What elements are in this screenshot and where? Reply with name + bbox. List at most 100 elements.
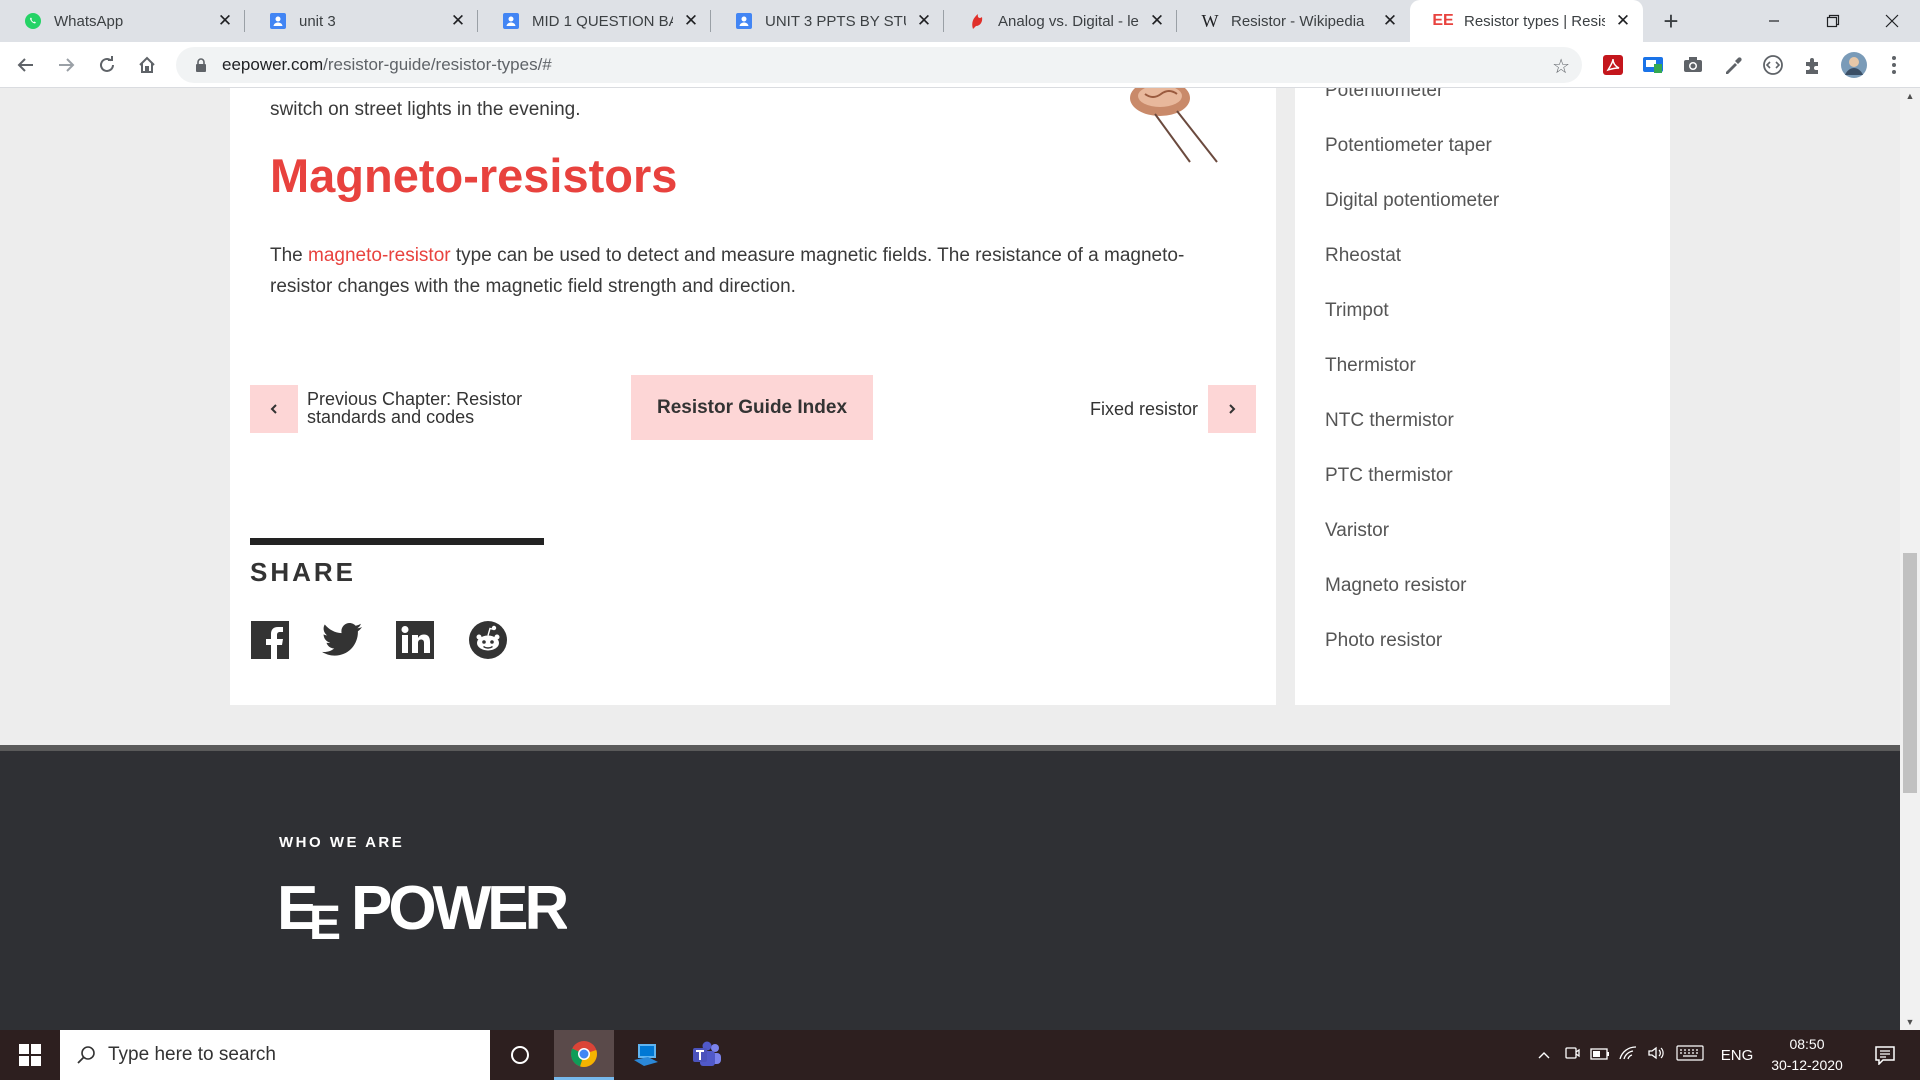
scroll-up-icon[interactable]: ▲: [1900, 88, 1920, 104]
taskbar-search-box[interactable]: Type here to search: [60, 1030, 490, 1080]
chrome-icon: [570, 1040, 597, 1067]
twitter-share-button[interactable]: [322, 620, 362, 660]
logo-text: POWER: [351, 874, 567, 943]
menu-kebab-icon[interactable]: [1882, 53, 1906, 77]
tab-mid1[interactable]: MID 1 QUESTION BANK ✕: [478, 0, 711, 42]
sidebar-item-ptc-thermistor[interactable]: PTC thermistor: [1325, 465, 1453, 487]
sidebar-item-trimpot[interactable]: Trimpot: [1325, 300, 1389, 322]
eepower-logo[interactable]: E E POWER: [277, 871, 572, 950]
eepower-icon: EE: [1432, 12, 1454, 29]
start-button[interactable]: [0, 1030, 60, 1080]
page-scrollbar[interactable]: ▲ ▼: [1900, 88, 1920, 1030]
close-icon[interactable]: ✕: [1380, 11, 1400, 31]
cortana-circle-icon: [511, 1046, 529, 1064]
search-icon: [77, 1046, 95, 1064]
minimize-button[interactable]: [1746, 0, 1802, 42]
bookmark-star-icon[interactable]: ☆: [1552, 54, 1570, 79]
sidebar-item-magneto-resistor[interactable]: Magneto resistor: [1325, 575, 1467, 597]
sidebar-item-potentiometer[interactable]: Potentiometer: [1325, 88, 1443, 102]
tab-whatsapp[interactable]: WhatsApp ✕: [0, 0, 245, 42]
next-chapter-button[interactable]: [1208, 385, 1256, 433]
home-icon: [139, 56, 155, 73]
touch-keyboard-icon[interactable]: [1670, 1045, 1710, 1065]
body-paragraph: The magneto-resistor type can be used to…: [270, 240, 1230, 302]
reddit-share-button[interactable]: [468, 620, 508, 660]
tab-title: unit 3: [299, 12, 336, 30]
sidebar-item-rheostat[interactable]: Rheostat: [1325, 245, 1401, 267]
twitter-icon: [322, 623, 362, 656]
windows-taskbar: Type here to search ENG 08:50 30-12-2020: [0, 1030, 1920, 1080]
previous-chapter-link[interactable]: Previous Chapter: Resistor standards and…: [307, 390, 522, 426]
camera-extension-icon[interactable]: [1681, 53, 1705, 77]
close-icon[interactable]: ✕: [215, 11, 235, 31]
action-center-button[interactable]: [1860, 1030, 1910, 1080]
scrollbar-thumb[interactable]: [1903, 553, 1917, 793]
taskbar-teams[interactable]: [677, 1030, 737, 1080]
intro-paragraph: switch on street lights in the evening.: [270, 99, 581, 120]
home-button[interactable]: [131, 49, 163, 81]
close-icon[interactable]: ✕: [1613, 11, 1633, 31]
cortana-button[interactable]: [490, 1030, 550, 1080]
section-heading: Magneto-resistors: [270, 149, 678, 202]
sparkfun-icon: [968, 12, 986, 30]
body-prefix: The: [270, 245, 309, 266]
close-window-button[interactable]: [1864, 0, 1920, 42]
teams-icon: [693, 1041, 721, 1066]
tab-analog-digital[interactable]: Analog vs. Digital - learn ✕: [944, 0, 1177, 42]
tab-title: Resistor types | Resistor: [1464, 12, 1605, 30]
page-viewport: switch on street lights in the evening. …: [0, 88, 1900, 1030]
back-button[interactable]: [10, 49, 42, 81]
battery-icon[interactable]: [1586, 1047, 1614, 1064]
previous-chapter-button[interactable]: [250, 385, 298, 433]
tab-title: Analog vs. Digital - learn: [998, 12, 1139, 30]
tab-unit3-ppts[interactable]: UNIT 3 PPTS BY STUDENTS ✕: [711, 0, 944, 42]
sidebar-item-varistor[interactable]: Varistor: [1325, 520, 1389, 542]
tab-resistor-types[interactable]: EE Resistor types | Resistor ✕: [1410, 0, 1643, 42]
next-chapter-link[interactable]: Fixed resistor: [1090, 400, 1198, 418]
search-placeholder: Type here to search: [108, 1044, 276, 1065]
facebook-icon: [251, 621, 289, 659]
linkedin-share-button[interactable]: [395, 620, 435, 660]
taskbar-chrome[interactable]: [554, 1030, 614, 1080]
close-icon[interactable]: ✕: [681, 11, 701, 31]
scroll-down-icon[interactable]: ▼: [1900, 1014, 1920, 1030]
tab-wikipedia[interactable]: W Resistor - Wikipedia ✕: [1177, 0, 1410, 42]
close-icon[interactable]: ✕: [1147, 11, 1167, 31]
close-icon[interactable]: ✕: [914, 11, 934, 31]
tab-strip: WhatsApp ✕ unit 3 ✕ MID 1 QUESTION BANK …: [0, 0, 1920, 42]
magneto-resistor-link[interactable]: magneto-resistor: [308, 245, 451, 266]
taskbar-clock[interactable]: 08:50 30-12-2020: [1762, 1034, 1852, 1076]
desktop-app-icon: [634, 1044, 658, 1066]
facebook-share-button[interactable]: [250, 620, 290, 660]
tab-unit3[interactable]: unit 3 ✕: [245, 0, 478, 42]
taskbar-onedrive-desktop[interactable]: [616, 1030, 676, 1080]
meet-now-icon[interactable]: [1558, 1045, 1586, 1065]
code-extension-icon[interactable]: [1761, 53, 1785, 77]
new-tab-button[interactable]: +: [1656, 6, 1686, 36]
eyedropper-extension-icon[interactable]: [1721, 53, 1745, 77]
clock-date: 30-12-2020: [1771, 1057, 1843, 1073]
sidebar-item-potentiometer-taper[interactable]: Potentiometer taper: [1325, 135, 1492, 157]
address-bar[interactable]: eepower.com/resistor-guide/resistor-type…: [176, 47, 1582, 83]
windows-logo-icon: [19, 1044, 41, 1066]
forward-button[interactable]: [50, 49, 82, 81]
volume-icon[interactable]: [1642, 1045, 1670, 1065]
extensions-puzzle-icon[interactable]: [1801, 53, 1825, 77]
profile-avatar[interactable]: [1839, 50, 1869, 80]
show-hidden-icons-chevron-icon[interactable]: [1530, 1047, 1558, 1064]
share-divider: [250, 538, 544, 545]
wifi-icon[interactable]: [1614, 1045, 1642, 1065]
sidebar-item-photo-resistor[interactable]: Photo resistor: [1325, 630, 1442, 652]
sidebar-item-thermistor[interactable]: Thermistor: [1325, 355, 1416, 377]
language-indicator[interactable]: ENG: [1710, 1047, 1764, 1064]
sidebar-item-digital-potentiometer[interactable]: Digital potentiometer: [1325, 190, 1499, 212]
reload-button[interactable]: [91, 49, 123, 81]
url-text: eepower.com/resistor-guide/resistor-type…: [222, 55, 552, 75]
sidebar-item-ntc-thermistor[interactable]: NTC thermistor: [1325, 410, 1454, 432]
screen-capture-extension-icon[interactable]: [1641, 53, 1665, 77]
acrobat-extension-icon[interactable]: [1601, 53, 1625, 77]
restore-button[interactable]: [1805, 0, 1861, 42]
clock-time: 08:50: [1789, 1036, 1825, 1052]
resistor-guide-index-button[interactable]: Resistor Guide Index: [631, 375, 873, 440]
close-icon[interactable]: ✕: [448, 11, 468, 31]
